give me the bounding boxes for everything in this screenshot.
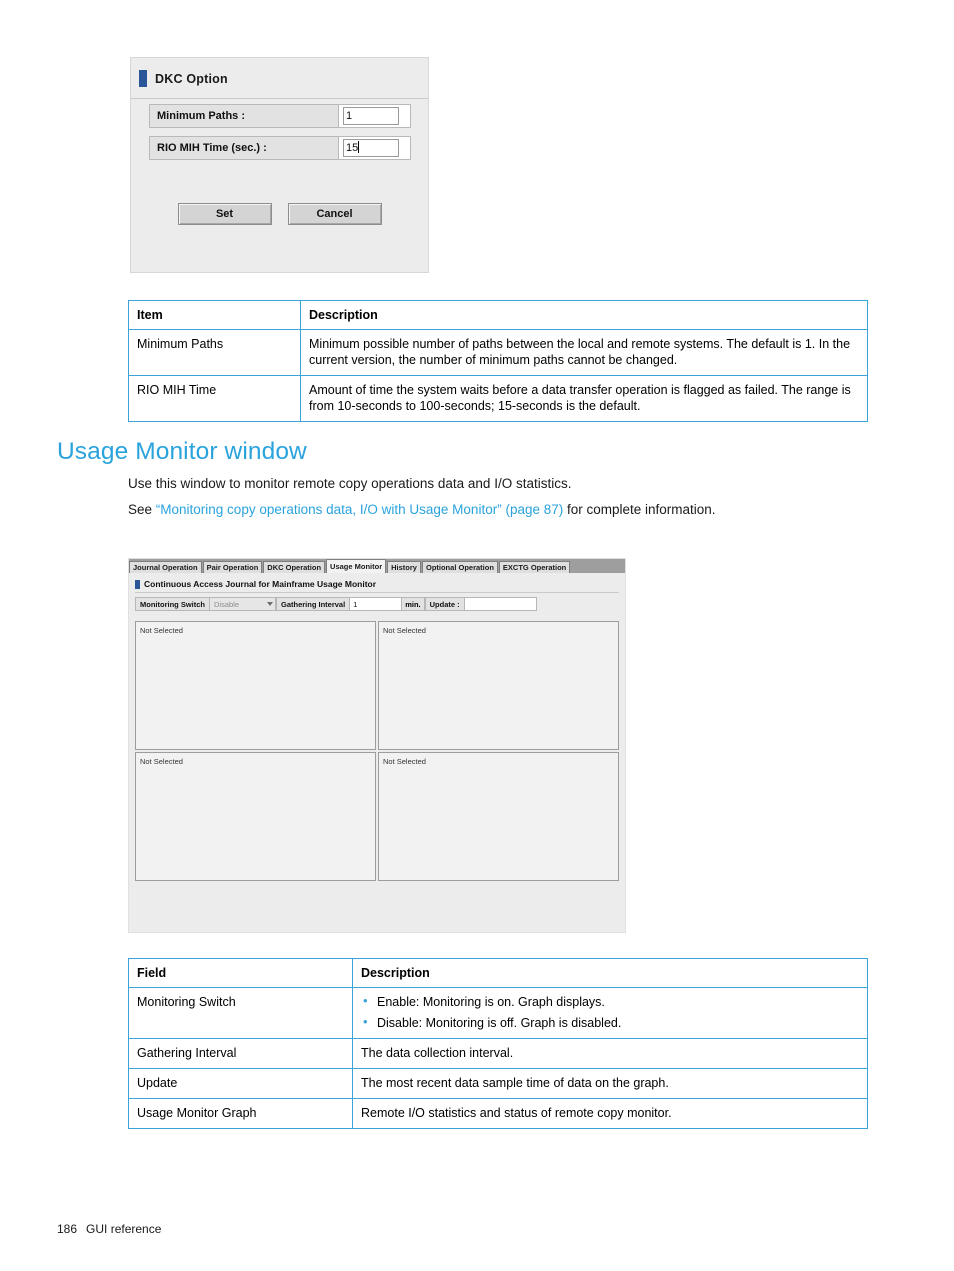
- table-header-field: Field: [128, 958, 353, 988]
- graph-pane-3[interactable]: Not Selected: [135, 752, 376, 881]
- list-item: Disable: Monitoring is off. Graph is dis…: [361, 1014, 859, 1031]
- field-description-table: Field Description Monitoring Switch Enab…: [128, 958, 868, 1129]
- intro-paragraph: Use this window to monitor remote copy o…: [128, 476, 572, 491]
- rio-mih-time-input-cell: 15: [339, 136, 411, 160]
- monitoring-switch-select[interactable]: Disable: [210, 597, 276, 611]
- table-row: Minimum Paths Minimum possible number of…: [128, 329, 868, 376]
- minimum-paths-label: Minimum Paths :: [149, 104, 339, 128]
- panel-title-divider: [135, 592, 619, 593]
- tab-history[interactable]: History: [387, 561, 421, 573]
- section-marker-icon: [135, 579, 140, 589]
- gathering-interval-value: 1: [353, 599, 358, 609]
- graph-pane-4[interactable]: Not Selected: [378, 752, 619, 881]
- monitoring-switch-label: Monitoring Switch: [135, 597, 210, 611]
- rio-mih-time-label: RIO MIH Time (sec.) :: [149, 136, 339, 160]
- tab-journal-operation[interactable]: Journal Operation: [129, 561, 202, 573]
- graph-pane-1-label: Not Selected: [140, 626, 183, 635]
- usage-monitor-window-screenshot: Journal Operation Pair Operation DKC Ope…: [128, 558, 626, 933]
- field-description: Remote I/O statistics and status of remo…: [352, 1098, 868, 1129]
- panel-title: Continuous Access Journal for Mainframe …: [135, 579, 376, 589]
- minimum-paths-input-cell: 1: [339, 104, 411, 128]
- dkc-dialog-title-text: DKC Option: [155, 71, 228, 86]
- page-number: 186: [57, 1222, 78, 1236]
- graph-pane-2-label: Not Selected: [383, 626, 426, 635]
- table-header-description: Description: [300, 300, 868, 330]
- rio-mih-time-value: 15: [346, 142, 359, 154]
- graph-pane-2[interactable]: Not Selected: [378, 621, 619, 750]
- field-name: Usage Monitor Graph: [128, 1098, 353, 1129]
- set-button[interactable]: Set: [177, 203, 272, 225]
- item-description: Amount of time the system waits before a…: [300, 375, 868, 422]
- tab-pair-operation[interactable]: Pair Operation: [202, 561, 263, 573]
- table-header-row: Item Description: [128, 300, 868, 330]
- field-description: Enable: Monitoring is on. Graph displays…: [352, 987, 868, 1039]
- footer-section-label: GUI reference: [86, 1222, 162, 1236]
- monitoring-switch-options: Enable: Monitoring is on. Graph displays…: [361, 993, 859, 1031]
- table-header-item: Item: [128, 300, 301, 330]
- table-row: Gathering Interval The data collection i…: [128, 1038, 868, 1069]
- page-title: Usage Monitor window: [57, 438, 307, 465]
- panel-title-text: Continuous Access Journal for Mainframe …: [144, 579, 377, 589]
- field-name: Monitoring Switch: [128, 987, 353, 1039]
- field-description: The most recent data sample time of data…: [352, 1068, 868, 1099]
- graph-pane-1[interactable]: Not Selected: [135, 621, 376, 750]
- update-value: [464, 597, 537, 611]
- table-row: Usage Monitor Graph Remote I/O statistic…: [128, 1098, 868, 1129]
- minimum-paths-row: Minimum Paths : 1: [149, 104, 411, 128]
- item-name: Minimum Paths: [128, 329, 301, 376]
- monitor-controls-row: Monitoring Switch Disable Gathering Inte…: [135, 597, 537, 611]
- see-also-link[interactable]: “Monitoring copy operations data, I/O wi…: [156, 502, 563, 517]
- text-caret: [358, 141, 360, 153]
- minimum-paths-input[interactable]: 1: [343, 107, 399, 125]
- table-header-description: Description: [352, 958, 868, 988]
- chevron-down-icon: [267, 602, 273, 606]
- table-row: Monitoring Switch Enable: Monitoring is …: [128, 987, 868, 1039]
- item-name: RIO MIH Time: [128, 375, 301, 422]
- field-description: The data collection interval.: [352, 1038, 868, 1069]
- gathering-interval-unit: min.: [402, 597, 425, 611]
- dkc-dialog-title: DKC Option: [139, 70, 228, 87]
- rio-mih-time-row: RIO MIH Time (sec.) : 15: [149, 136, 411, 160]
- graph-pane-3-label: Not Selected: [140, 757, 183, 766]
- item-description: Minimum possible number of paths between…: [300, 329, 868, 376]
- field-name: Gathering Interval: [128, 1038, 353, 1069]
- table-row: Update The most recent data sample time …: [128, 1068, 868, 1099]
- graph-pane-4-label: Not Selected: [383, 757, 426, 766]
- see-also-paragraph: See “Monitoring copy operations data, I/…: [128, 500, 888, 520]
- tab-exctg-operation[interactable]: EXCTG Operation: [498, 561, 571, 573]
- monitoring-switch-value: Disable: [214, 599, 240, 609]
- page-footer: 186 GUI reference: [57, 1222, 161, 1236]
- list-item: Enable: Monitoring is on. Graph displays…: [361, 993, 859, 1010]
- dkc-option-dialog: DKC Option Minimum Paths : 1 RIO MIH Tim…: [130, 57, 429, 273]
- item-description-table: Item Description Minimum Paths Minimum p…: [128, 300, 868, 422]
- see-also-suffix: for complete information.: [563, 502, 716, 517]
- dkc-dialog-buttons: Set Cancel: [131, 203, 428, 225]
- tab-optional-operation[interactable]: Optional Operation: [421, 561, 498, 573]
- table-row: RIO MIH Time Amount of time the system w…: [128, 375, 868, 422]
- see-also-prefix: See: [128, 502, 156, 517]
- section-marker-icon: [139, 70, 147, 87]
- gathering-interval-label: Gathering Interval: [276, 597, 351, 611]
- tab-usage-monitor[interactable]: Usage Monitor: [326, 559, 387, 573]
- usage-monitor-graph-area: Not Selected Not Selected Not Selected N…: [135, 621, 619, 883]
- gathering-interval-stepper[interactable]: 1: [350, 597, 403, 611]
- update-label: Update :: [424, 597, 465, 611]
- field-name: Update: [128, 1068, 353, 1099]
- tab-dkc-operation[interactable]: DKC Operation: [263, 561, 326, 573]
- dkc-title-divider: [131, 98, 428, 99]
- rio-mih-time-input[interactable]: 15: [343, 139, 399, 157]
- tab-bar: Journal Operation Pair Operation DKC Ope…: [129, 559, 625, 573]
- table-header-row: Field Description: [128, 958, 868, 988]
- cancel-button[interactable]: Cancel: [287, 203, 382, 225]
